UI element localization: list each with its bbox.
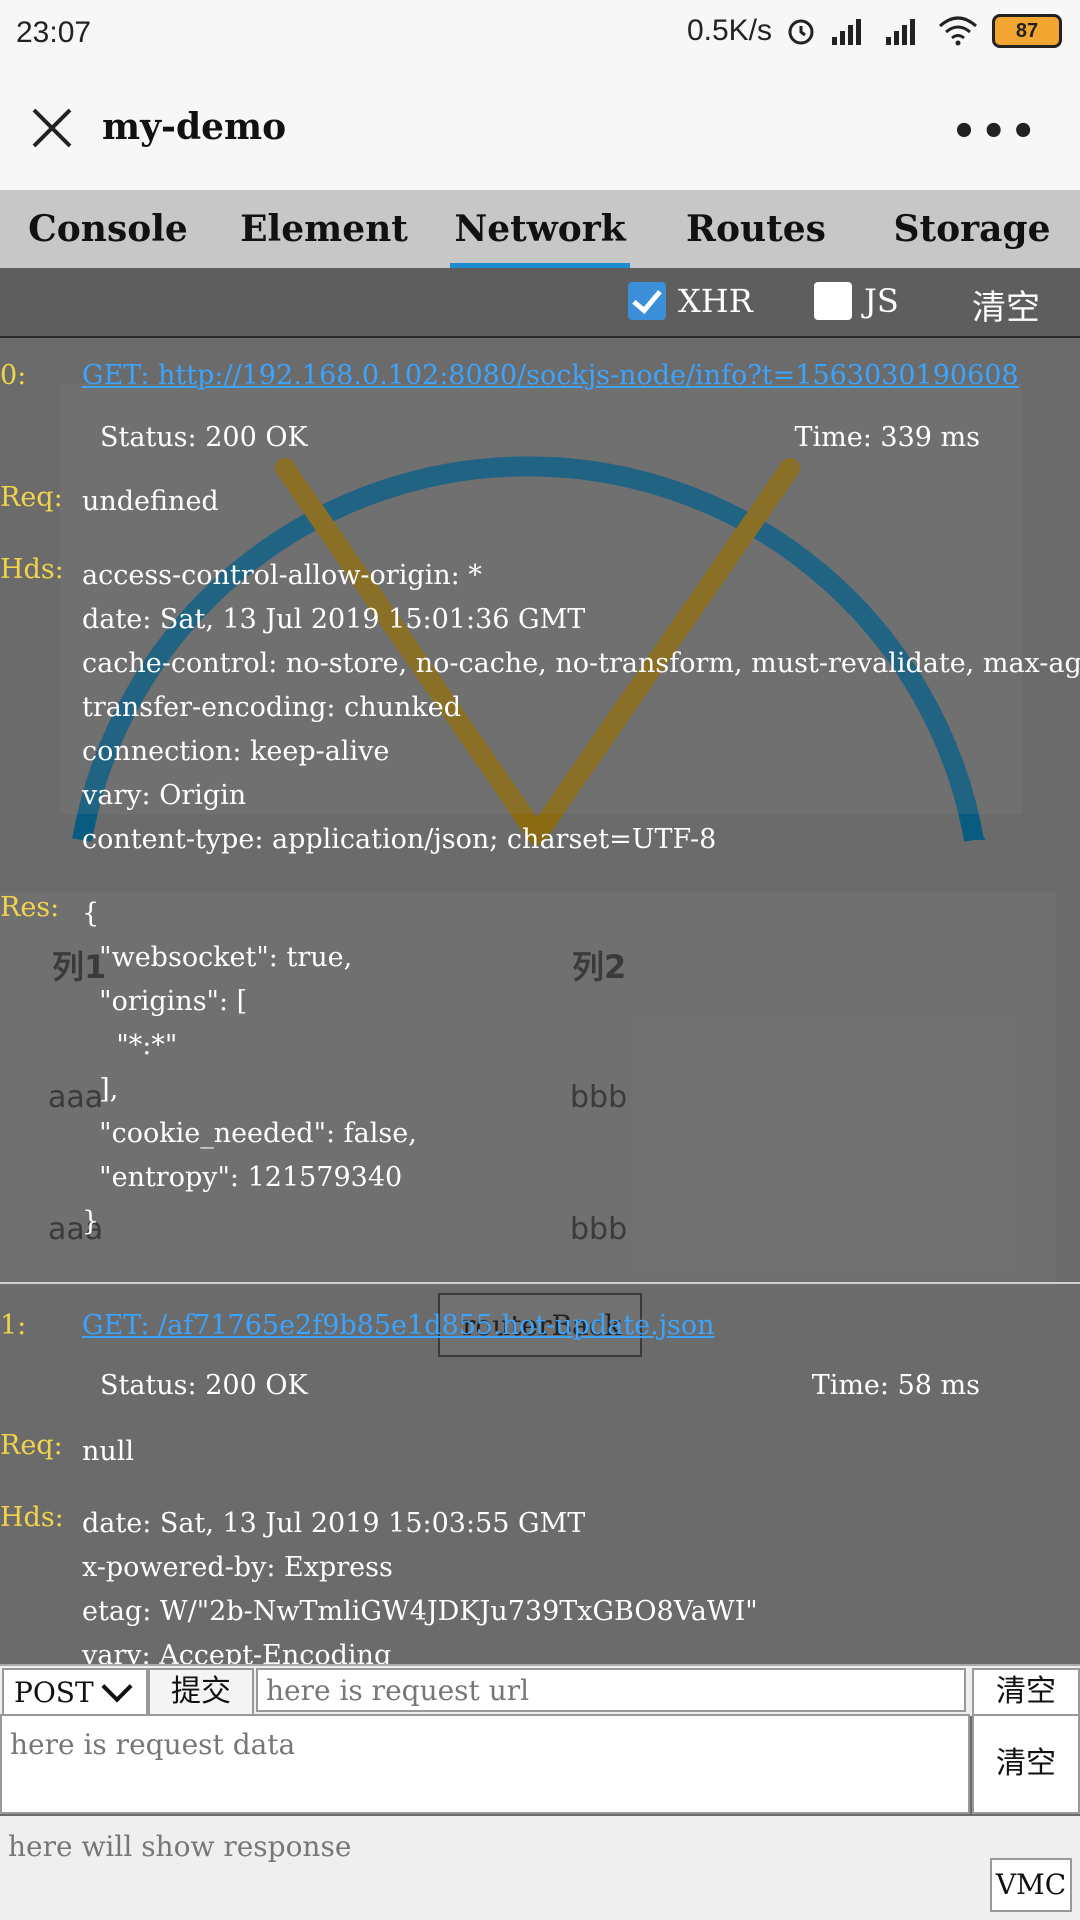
tab-storage[interactable]: Storage bbox=[864, 190, 1080, 268]
request-index: 1: bbox=[0, 1310, 27, 1341]
submit-button[interactable]: 提交 bbox=[148, 1668, 254, 1716]
header-line: cache-control: no-store, no-cache, no-tr… bbox=[82, 648, 1080, 679]
response-placeholder: here will show response bbox=[8, 1830, 352, 1863]
method-select[interactable]: POST bbox=[2, 1668, 148, 1716]
request-status: Status: 200 OK bbox=[100, 1370, 308, 1401]
request-body: null bbox=[82, 1436, 135, 1467]
response-line: "websocket": true, bbox=[82, 942, 353, 973]
request-url-input[interactable]: here is request url bbox=[256, 1668, 966, 1712]
chevron-down-icon bbox=[101, 1671, 133, 1703]
battery-level: 87 bbox=[1015, 19, 1039, 42]
hds-label: Hds: bbox=[0, 1502, 64, 1533]
header-line: date: Sat, 13 Jul 2019 15:03:55 GMT bbox=[82, 1508, 586, 1539]
response-line: { bbox=[82, 898, 100, 929]
header-line: transfer-encoding: chunked bbox=[82, 692, 462, 723]
tab-console[interactable]: Console bbox=[0, 190, 216, 268]
signal-icon bbox=[832, 19, 861, 45]
req-label: Req: bbox=[0, 1430, 63, 1461]
response-line: "*:*" bbox=[82, 1030, 178, 1061]
header-line: etag: W/"2b-NwTmliGW4JDKJu739TxGBO8VaWI" bbox=[82, 1596, 758, 1627]
header-line: vary: Origin bbox=[82, 780, 247, 811]
network-filter-bar: XHR JS 清空 bbox=[0, 268, 1080, 338]
response-line: ], bbox=[82, 1074, 119, 1105]
req-label: Req: bbox=[0, 482, 63, 513]
response-line: "cookie_needed": false, bbox=[82, 1118, 417, 1149]
method-value: POST bbox=[14, 1676, 94, 1709]
response-output: here will show response bbox=[0, 1816, 1080, 1920]
clear-url-button[interactable]: 清空 bbox=[972, 1668, 1080, 1716]
vmc-toggle-button[interactable]: VMC bbox=[990, 1858, 1072, 1912]
response-line: "entropy": 121579340 bbox=[82, 1162, 403, 1193]
request-body: undefined bbox=[82, 486, 219, 517]
request-status: Status: 200 OK bbox=[100, 422, 308, 453]
header-line: x-powered-by: Express bbox=[82, 1552, 393, 1583]
tab-routes[interactable]: Routes bbox=[648, 190, 864, 268]
response-line: "origins": [ bbox=[82, 986, 248, 1017]
network-log: 0: GET: http://192.168.0.102:8080/sockjs… bbox=[0, 338, 1080, 1664]
hds-label: Hds: bbox=[0, 554, 64, 585]
tab-network[interactable]: Network bbox=[432, 190, 648, 268]
wifi-icon bbox=[939, 16, 977, 46]
xhr-label: XHR bbox=[678, 282, 753, 320]
devtools-tabs: Console Element Network Routes Storage bbox=[0, 190, 1080, 268]
tab-element[interactable]: Element bbox=[216, 190, 432, 268]
request-data-input[interactable]: here is request data bbox=[0, 1714, 970, 1814]
close-icon[interactable] bbox=[30, 106, 74, 150]
signal-icon-2 bbox=[886, 19, 915, 45]
header-line: connection: keep-alive bbox=[82, 736, 390, 767]
response-line: } bbox=[82, 1206, 100, 1237]
js-label: JS bbox=[864, 282, 899, 320]
header-line: access-control-allow-origin: * bbox=[82, 560, 482, 591]
page-title: my-demo bbox=[102, 106, 287, 148]
more-menu-icon[interactable]: ••• bbox=[951, 108, 1040, 155]
bg-table-header-2: 列2 bbox=[572, 948, 627, 986]
xhr-checkbox[interactable] bbox=[628, 282, 666, 320]
request-composer: POST 提交 here is request url 清空 bbox=[0, 1664, 1080, 1716]
request-url-link[interactable]: GET: http://192.168.0.102:8080/sockjs-no… bbox=[82, 360, 1019, 391]
title-bar: my-demo ••• bbox=[0, 68, 1080, 190]
net-speed: 0.5K/s bbox=[686, 14, 772, 47]
request-time: Time: 58 ms bbox=[811, 1370, 980, 1401]
request-index: 0: bbox=[0, 360, 27, 391]
request-url-link[interactable]: GET: /af71765e2f9b85e1d855.hot-update.js… bbox=[82, 1310, 715, 1341]
alarm-icon bbox=[788, 19, 814, 45]
clear-data-button[interactable]: 清空 bbox=[972, 1714, 1080, 1814]
header-line: content-type: application/json; charset=… bbox=[82, 824, 717, 855]
res-label: Res: bbox=[0, 892, 60, 923]
clock: 23:07 bbox=[16, 16, 92, 49]
header-line: date: Sat, 13 Jul 2019 15:01:36 GMT bbox=[82, 604, 586, 635]
bg-table-cell: bbb bbox=[570, 1212, 628, 1247]
request-time: Time: 339 ms bbox=[794, 422, 980, 453]
status-bar: 23:07 0.5K/s 87 bbox=[0, 0, 1080, 68]
bg-table-cell: bbb bbox=[570, 1080, 628, 1115]
entry-divider bbox=[0, 1282, 1080, 1284]
clear-log-button[interactable]: 清空 bbox=[972, 280, 1040, 329]
js-checkbox[interactable] bbox=[814, 282, 852, 320]
battery-icon: 87 bbox=[992, 14, 1062, 48]
header-line: vary: Accept-Encoding bbox=[82, 1640, 392, 1664]
